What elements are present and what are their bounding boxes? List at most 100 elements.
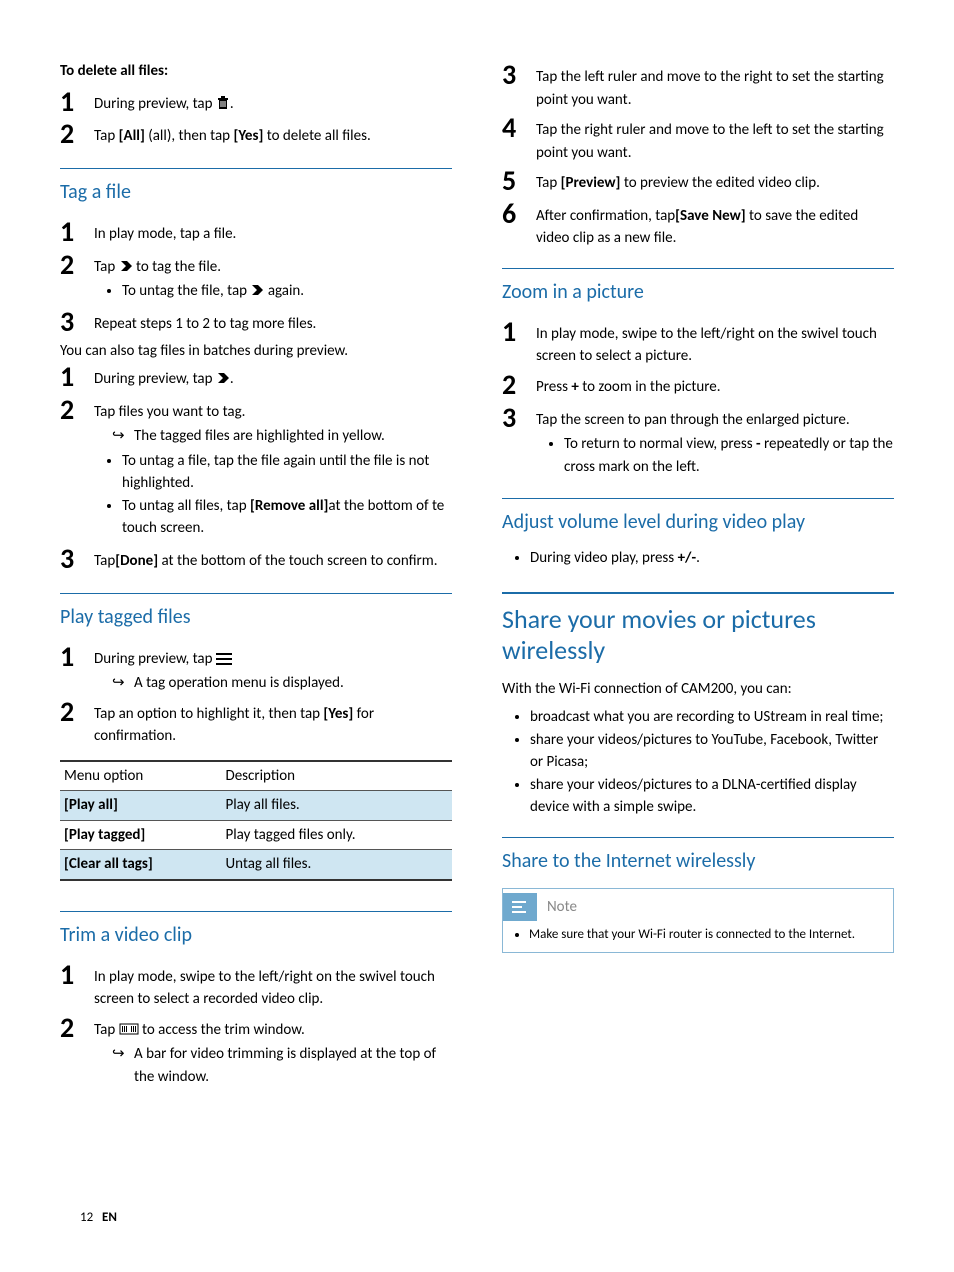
list-item: To untag the file, tap again. [122, 280, 452, 303]
text: After confirmation, tap [536, 207, 675, 225]
arrow-icon: ↪ [112, 1043, 134, 1088]
step-number: 1 [60, 87, 94, 118]
delete-all-heading: To delete all files: [60, 60, 452, 83]
trim-step-4: 4 Tap the right ruler and move to the le… [502, 113, 894, 164]
table-cell: [Play all] [60, 791, 221, 821]
step-number: 1 [60, 217, 94, 248]
text-bold: [Remove all] [250, 497, 328, 515]
table-cell: Play all files. [221, 791, 452, 821]
trim-step-1: 1 In play mode, swipe to the left/right … [60, 960, 452, 1011]
text: to access the trim window. [139, 1021, 305, 1039]
list-item: To return to normal view, press - repeat… [564, 433, 894, 478]
result-line: ↪ A bar for video trimming is displayed … [94, 1043, 452, 1088]
trim-step-5: 5 Tap [Preview] to preview the edited vi… [502, 166, 894, 197]
heading-zoom: Zoom in a picture [502, 268, 894, 307]
trim-step-3: 3 Tap the left ruler and move to the rig… [502, 60, 894, 111]
text: To return to normal view, press [564, 435, 756, 453]
text: In play mode, tap a file. [94, 217, 452, 246]
step-number: 1 [60, 960, 94, 991]
table-row: [Play tagged] Play tagged files only. [60, 820, 452, 850]
text: Tap [94, 1021, 119, 1039]
text: In play mode, swipe to the left/right on… [536, 317, 894, 368]
text: In play mode, swipe to the left/right on… [94, 960, 452, 1011]
text: Tap the right ruler and move to the left… [536, 113, 894, 164]
heading-trim-video: Trim a video clip [60, 911, 452, 950]
tag-icon [119, 259, 133, 273]
text: Tap [536, 174, 561, 192]
text: Tap an option to highlight it, then tap [94, 705, 323, 723]
text: to zoom in the picture. [579, 378, 721, 396]
table-cell: Untag all files. [221, 850, 452, 880]
page-footer: 12 EN [80, 1208, 117, 1228]
batch-step-1: 1 During preview, tap . [60, 362, 452, 393]
tag-batch-intro: You can also tag files in batches during… [60, 340, 452, 363]
text: Tap the screen to pan through the enlarg… [536, 411, 850, 429]
delete-step-1: 1 During preview, tap . [60, 87, 452, 118]
step-number: 3 [502, 60, 536, 91]
text: To untag the file, tap [122, 282, 250, 300]
heading-play-tagged: Play tagged files [60, 593, 452, 632]
text: Tap [94, 552, 115, 570]
batch-step-2: 2 Tap files you want to tag. ↪ The tagge… [60, 395, 452, 542]
text: Press [536, 378, 571, 396]
step-number: 2 [60, 119, 94, 150]
text: . [230, 370, 234, 388]
step-number: 2 [60, 250, 94, 281]
step-number: 4 [502, 113, 536, 144]
text: at the bottom of the touch screen to con… [158, 552, 437, 570]
result-line: ↪ The tagged files are highlighted in ye… [94, 425, 452, 448]
text-bold: +/- [678, 549, 697, 567]
tag-step-2: 2 Tap to tag the file. To untag the file… [60, 250, 452, 305]
list-item: broadcast what you are recording to UStr… [530, 706, 894, 729]
table-header: Menu option [60, 761, 221, 791]
menu-icon [216, 653, 232, 665]
text: to delete all files. [263, 127, 370, 145]
note-box: Note Make sure that your Wi-Fi router is… [502, 888, 894, 954]
step-number: 1 [502, 317, 536, 348]
step-number: 6 [502, 199, 536, 230]
arrow-icon: ↪ [112, 672, 134, 695]
step-number: 2 [60, 1013, 94, 1044]
list-item: During video play, press +/-. [530, 547, 894, 570]
tag-icon [216, 371, 230, 385]
text-bold: [Save New] [675, 207, 745, 225]
text: A bar for video trimming is displayed at… [134, 1043, 452, 1088]
tag-step-3: 3 Repeat steps 1 to 2 to tag more files. [60, 307, 452, 338]
menu-options-table: Menu option Description [Play all] Play … [60, 760, 452, 881]
text: Tap [94, 127, 119, 145]
text-bold: [Preview] [561, 174, 621, 192]
table-cell: [Clear all tags] [60, 850, 221, 880]
tag-step-1: 1 In play mode, tap a file. [60, 217, 452, 248]
text: Tap the left ruler and move to the right… [536, 60, 894, 111]
trim-step-6: 6 After confirmation, tap[Save New] to s… [502, 199, 894, 250]
step-number: 2 [60, 395, 94, 426]
heading-adjust-volume: Adjust volume level during video play [502, 498, 894, 537]
text: . [696, 549, 700, 567]
tag-icon [250, 283, 264, 297]
table-cell: [Play tagged] [60, 820, 221, 850]
step-number: 1 [60, 642, 94, 673]
page-number: 12 [80, 1210, 93, 1225]
note-text: Make sure that your Wi-Fi router is conn… [529, 925, 881, 945]
text: During preview, tap [94, 370, 216, 388]
result-line: ↪ A tag operation menu is displayed. [94, 672, 452, 695]
text: Repeat steps 1 to 2 to tag more files. [94, 307, 452, 336]
text: (all), then tap [145, 127, 234, 145]
step-number: 3 [60, 307, 94, 338]
text: . [230, 95, 234, 113]
zoom-step-2: 2 Press + to zoom in the picture. [502, 370, 894, 401]
table-header: Description [221, 761, 452, 791]
text: During preview, tap [94, 650, 216, 668]
table-cell: Play tagged files only. [221, 820, 452, 850]
list-item: share your videos/pictures to YouTube, F… [530, 729, 894, 774]
arrow-icon: ↪ [112, 425, 134, 448]
table-row: [Clear all tags] Untag all files. [60, 850, 452, 880]
step-number: 3 [502, 403, 536, 434]
trim-step-2: 2 Tap to access the trim window. ↪ A bar… [60, 1013, 452, 1089]
text-bold: [Yes] [323, 705, 353, 723]
text: A tag operation menu is displayed. [134, 672, 344, 695]
table-row: [Play all] Play all files. [60, 791, 452, 821]
note-icon [503, 893, 537, 921]
delete-step-2: 2 Tap [All] (all), then tap [Yes] to del… [60, 119, 452, 150]
play-step-2: 2 Tap an option to highlight it, then ta… [60, 697, 452, 748]
